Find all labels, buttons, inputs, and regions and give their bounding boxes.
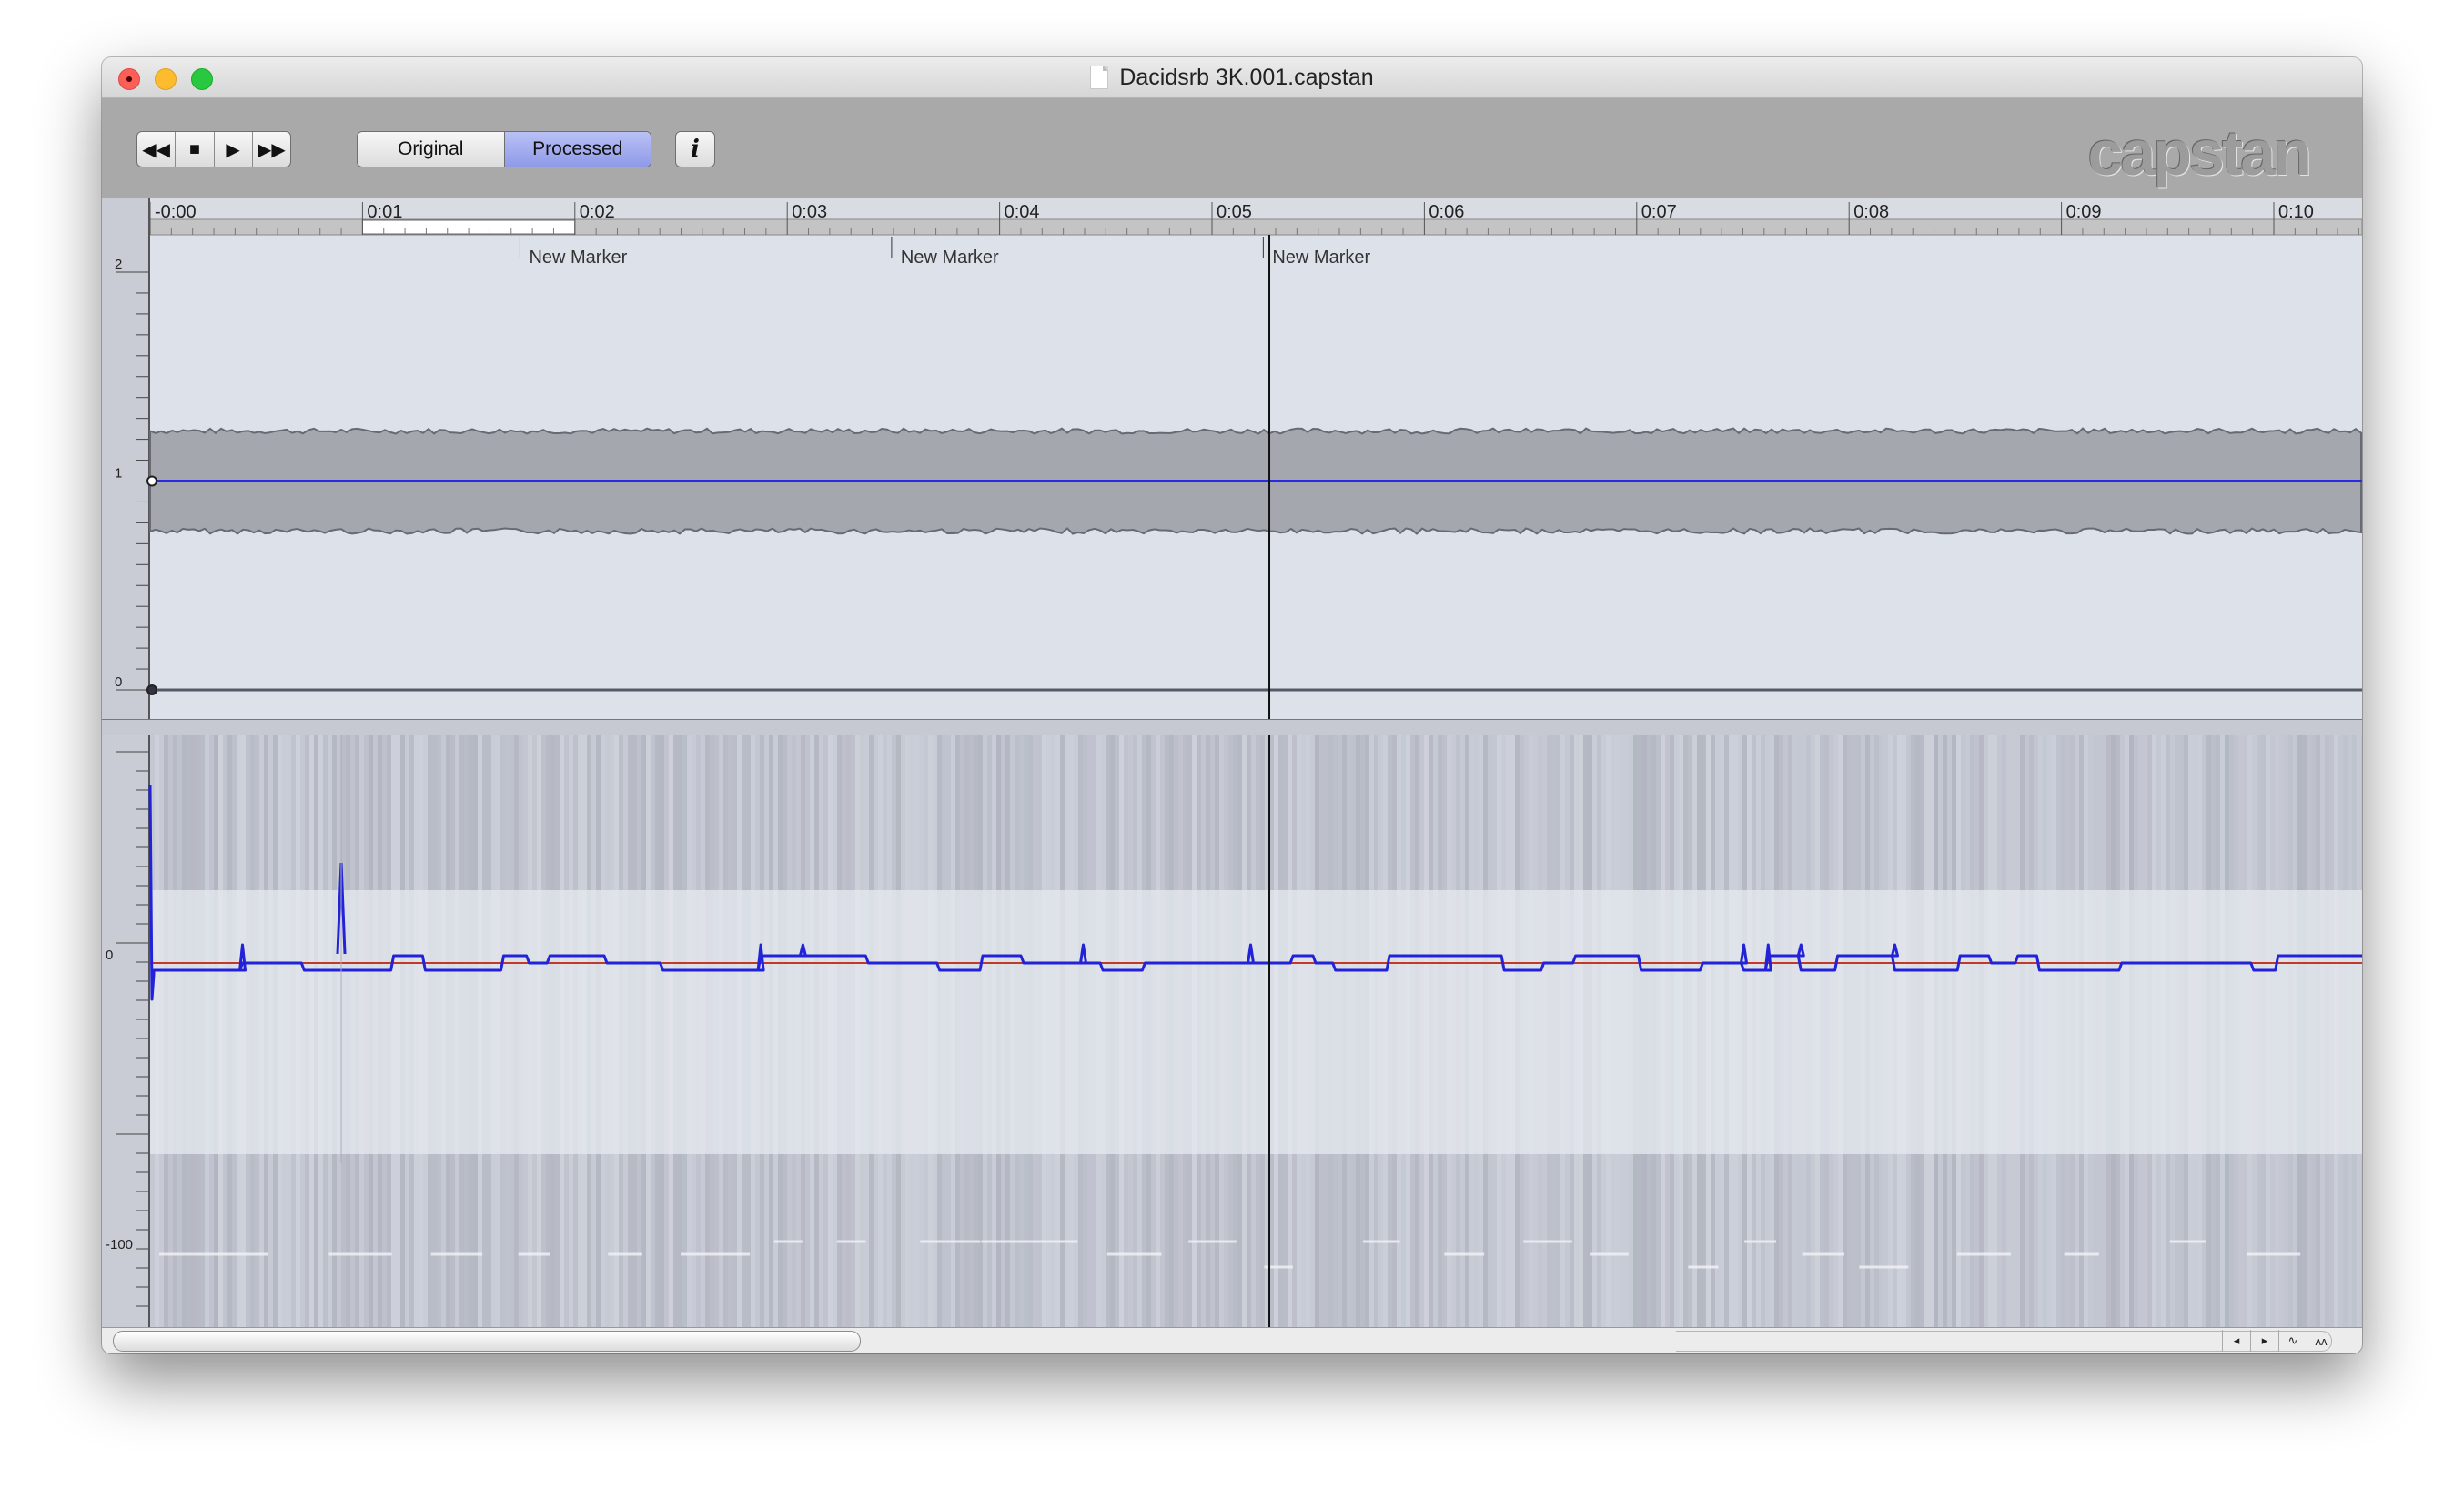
mode-toggle: Original Processed [357, 131, 651, 167]
info-icon: i [691, 136, 700, 163]
processed-button[interactable]: Processed [503, 132, 651, 167]
stop-button[interactable]: ■ [176, 132, 215, 167]
time-tick-label: 0:10 [2278, 202, 2314, 222]
baseline-handle[interactable] [146, 684, 157, 695]
stop-icon: ■ [188, 138, 200, 159]
toolbar: ◀◀ ■ ▶ ▶▶ Original Processed i capstan [102, 98, 2362, 198]
waveform-large-icon[interactable]: ᴧᴧ [2307, 1330, 2335, 1352]
pitch-lane[interactable]: 0 -100 [102, 735, 2362, 1327]
rewind-icon: ◀◀ [142, 139, 170, 160]
time-tick-label: 0:03 [792, 202, 827, 222]
speed-curve-handle[interactable] [146, 475, 157, 487]
speed-lane-canvas[interactable]: -0:00 0:01 0:02 0:03 0:04 0:05 0:06 0:07 0:08 0:0… [102, 198, 2362, 719]
transport-controls: ◀◀ ■ ▶ ▶▶ [136, 131, 291, 167]
time-tick-label: 0:08 [1853, 202, 1889, 222]
time-tick-label: 0:07 [1641, 202, 1677, 222]
document-icon [1090, 66, 1109, 89]
time-tick-label: 0:06 [1429, 202, 1464, 222]
time-tick-label: 0:05 [1217, 202, 1252, 222]
scroll-thumb[interactable] [113, 1331, 861, 1352]
info-button[interactable]: i [675, 131, 715, 167]
marker-label[interactable]: New Marker [901, 248, 999, 268]
fast-forward-button[interactable]: ▶▶ [253, 132, 290, 167]
play-icon: ▶ [226, 139, 240, 160]
time-tick-label: 0:02 [580, 202, 615, 222]
scroll-left-icon[interactable]: ◂ [2222, 1330, 2250, 1352]
window-title: Dacidsrb 3K.001.capstan [1119, 64, 1374, 90]
time-tick-label: 0:09 [2066, 202, 2102, 222]
horizontal-scrollbar[interactable]: ◂ ▸ ∿ ᴧᴧ [102, 1327, 2362, 1353]
scale-label: 1 [115, 466, 122, 481]
scale-label: 0 [106, 948, 113, 963]
rewind-button[interactable]: ◀◀ [137, 132, 177, 167]
marker-label[interactable]: New Marker [529, 248, 627, 268]
spectrogram-band [150, 890, 2362, 1154]
time-tick-label: -0:00 [155, 202, 197, 222]
capstan-logo: capstan [2087, 117, 2312, 188]
lane-divider[interactable] [102, 719, 2362, 737]
scroll-right-icon[interactable]: ▸ [2250, 1330, 2278, 1352]
original-button[interactable]: Original [358, 132, 504, 167]
title-bar: Dacidsrb 3K.001.capstan [102, 57, 2362, 98]
marker-label[interactable]: New Marker [1272, 248, 1370, 268]
scale-label: 0 [115, 674, 122, 690]
time-tick-label: 0:01 [367, 202, 402, 222]
scale-label: -100 [106, 1237, 133, 1252]
waveform-small-icon[interactable]: ∿ [2278, 1330, 2307, 1352]
play-button[interactable]: ▶ [215, 132, 253, 167]
fast-forward-icon: ▶▶ [257, 139, 286, 160]
time-tick-label: 0:04 [1005, 202, 1040, 222]
pitch-lane-canvas[interactable]: 0 -100 [102, 735, 2362, 1327]
scale-label: 2 [115, 257, 122, 272]
app-window: Dacidsrb 3K.001.capstan ◀◀ ■ ▶ ▶▶ Origin… [102, 57, 2362, 1353]
editor-area: -0:00 0:01 0:02 0:03 0:04 0:05 0:06 0:07 0:08 0:0… [102, 198, 2362, 1327]
speed-lane[interactable]: -0:00 0:01 0:02 0:03 0:04 0:05 0:06 0:07 0:08 0:0… [102, 198, 2362, 719]
